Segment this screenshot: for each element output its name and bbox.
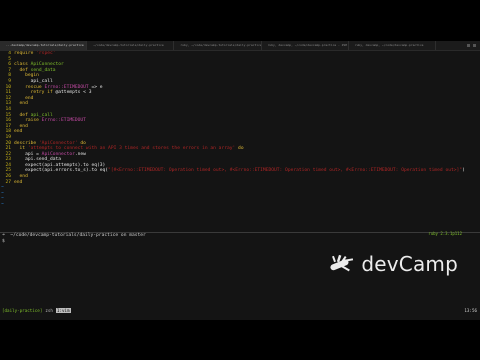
letterbox-top bbox=[0, 0, 480, 41]
code-token: api = bbox=[14, 151, 42, 157]
code-token: .new bbox=[74, 151, 86, 157]
empty-buffer-marker: ~ bbox=[1, 202, 4, 208]
code-token: rescue bbox=[14, 84, 45, 90]
shell-cursor-line: $ bbox=[2, 239, 5, 244]
tmux-session-name: [daily-practice] bbox=[2, 308, 43, 313]
tab-menu-icon[interactable] bbox=[473, 44, 476, 47]
code-token: Errno::ETIMEDOUT bbox=[41, 118, 86, 124]
code-text: require 'rspec' bbox=[14, 51, 56, 57]
code-token: ApiConnector bbox=[41, 151, 75, 157]
terminal-tab[interactable]: ruby, devcamp, ~/code/devcamp-practice -… bbox=[262, 41, 349, 50]
tmux-window-tab[interactable]: zsh bbox=[45, 308, 53, 313]
code-token: it bbox=[14, 146, 28, 152]
ruby-version-indicator: ruby 2.3.1p112 bbox=[428, 231, 462, 236]
code-text: end bbox=[14, 129, 22, 135]
tab-list: ...devCamp/devcamp-tutorials/daily-pract… bbox=[0, 41, 437, 50]
tmux-status-bar: [daily-practice] zsh 1:vim 13:56 bbox=[0, 305, 480, 320]
tmux-window-list: [daily-practice] zsh 1:vim bbox=[2, 308, 71, 313]
terminal-tab-bar: ...devCamp/devcamp-tutorials/daily-pract… bbox=[0, 41, 480, 51]
code-token: end bbox=[14, 101, 28, 107]
devcamp-logo-text: devCamp bbox=[361, 252, 458, 276]
letterbox-bottom bbox=[0, 320, 480, 360]
code-token: raise bbox=[14, 118, 42, 124]
code-token: expect(api.errors.to_s).to eq( bbox=[14, 168, 109, 174]
code-token: api_call bbox=[30, 112, 53, 118]
code-token: "[#<Errno::ETIMEDOUT: Operation timed ou… bbox=[108, 168, 463, 174]
terminal-tab[interactable]: ...devCamp/devcamp-tutorials/daily-pract… bbox=[0, 41, 88, 50]
code-token: @attempts bbox=[55, 90, 81, 96]
code-token: 'ApiConnector' bbox=[38, 140, 78, 146]
code-token: retry if bbox=[14, 90, 56, 96]
code-line: 25 expect(api.errors.to_s).to eq("[#<Err… bbox=[0, 168, 480, 174]
tmux-clock: 13:56 bbox=[464, 308, 477, 313]
code-text: end bbox=[14, 180, 22, 186]
terminal-tab[interactable]: ~/code/devcamp-tutorials/daily-practice bbox=[87, 41, 175, 50]
code-token: < 3 bbox=[80, 90, 92, 96]
code-token: end bbox=[14, 123, 28, 129]
terminal-tab[interactable]: ruby, ~/code/devcamp-tutorials/daily-pra… bbox=[174, 41, 262, 50]
code-token: do bbox=[77, 140, 86, 146]
code-token: do bbox=[235, 146, 244, 152]
tmux-window-tab[interactable]: 1:vim bbox=[55, 308, 71, 313]
code-token: describe bbox=[14, 140, 39, 146]
code-token: ) bbox=[462, 168, 465, 174]
code-token: end bbox=[14, 174, 28, 180]
code-token: end bbox=[14, 95, 34, 101]
code-token: end bbox=[14, 129, 23, 135]
code-token: api_call bbox=[14, 78, 53, 84]
code-text: end bbox=[14, 101, 28, 107]
tab-bar-controls bbox=[436, 41, 480, 50]
code-token: Errno::ETIMEDOUT bbox=[44, 84, 89, 90]
code-token: 'attempts to connect with an API 3 times… bbox=[27, 146, 236, 152]
code-text: expect(api.errors.to_s).to eq("[#<Errno:… bbox=[14, 168, 465, 174]
code-token: require bbox=[14, 51, 37, 56]
new-tab-icon[interactable] bbox=[467, 44, 470, 47]
code-token: api.send_data bbox=[14, 157, 62, 163]
swiss-army-knife-icon bbox=[330, 254, 354, 272]
devcamp-watermark: devCamp bbox=[327, 252, 458, 276]
terminal-tab[interactable]: ruby, devcamp, ~/code/devcamp-practice bbox=[349, 41, 437, 50]
code-token: def bbox=[14, 112, 31, 118]
vim-editor[interactable]: 4 require 'rspec' 5 6 class ApiConnector 7 de… bbox=[0, 51, 480, 232]
code-token: class bbox=[14, 62, 31, 68]
code-token: ApiConnector bbox=[30, 62, 64, 68]
code-token: 'rspec' bbox=[36, 51, 56, 56]
code-token: end bbox=[14, 179, 23, 185]
code-token: => e bbox=[88, 84, 103, 90]
code-token: begin bbox=[14, 73, 39, 79]
